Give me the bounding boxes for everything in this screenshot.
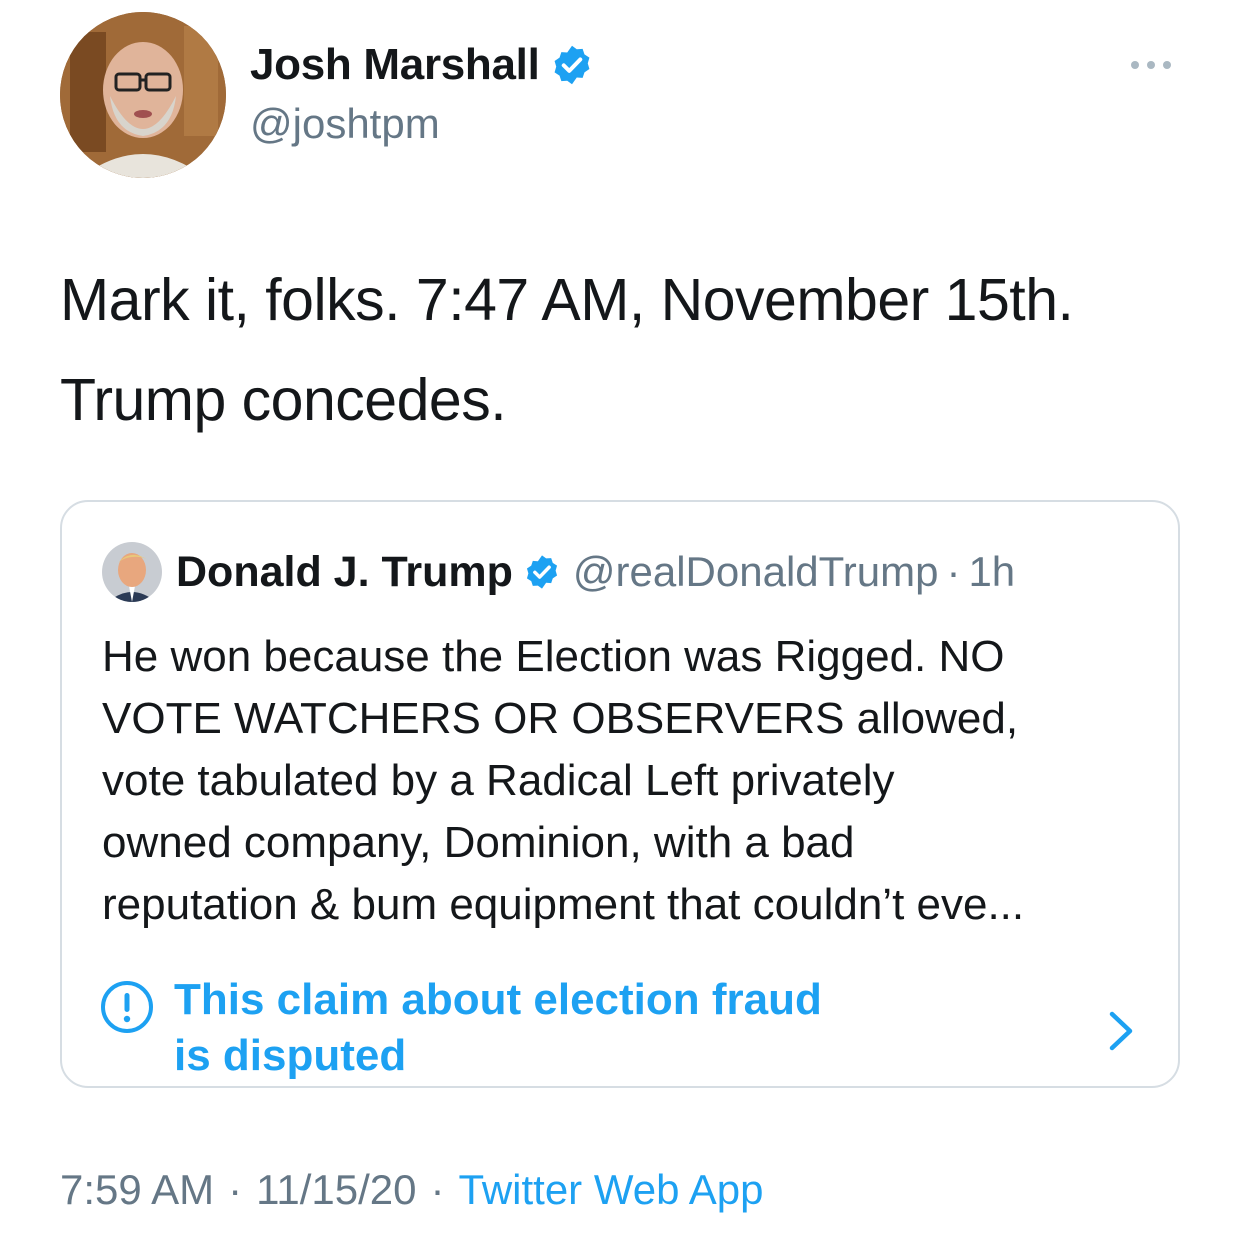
separator-dot: ·	[946, 548, 961, 595]
quoted-tweet-age[interactable]: 1h	[968, 548, 1015, 596]
disputed-claim-text[interactable]: This claim about election fraud is dispu…	[174, 972, 994, 1084]
quoted-text-line: vote tabulated by a Radical Left private…	[102, 756, 895, 805]
verified-badge-icon	[523, 553, 561, 591]
tweet-date[interactable]: 11/15/20	[256, 1166, 416, 1213]
exclamation-circle-icon	[100, 980, 154, 1034]
tweet-text: Mark it, folks. 7:47 AM, November 15th. …	[60, 250, 1210, 450]
quoted-author-avatar	[102, 542, 162, 602]
quoted-author-name[interactable]: Donald J. Trump	[176, 548, 513, 597]
quoted-text-line: reputation & bum equipment that couldn’t…	[102, 880, 1025, 929]
tweet-source-link[interactable]: Twitter Web App	[458, 1166, 763, 1213]
verified-badge-icon	[550, 43, 594, 87]
quoted-tweet-header: Donald J. Trump @realDonaldTrump · 1h	[102, 542, 1015, 602]
quoted-text-line: He won because the Election was Rigged. …	[102, 632, 1005, 681]
quoted-tweet-text: He won because the Election was Rigged. …	[102, 626, 1162, 936]
disputed-claim-line[interactable]: This claim about election fraud	[174, 972, 994, 1028]
disputed-claim-label[interactable]: This claim about election fraud is dispu…	[96, 972, 1156, 1082]
separator-dot: ·	[228, 1166, 243, 1213]
author-name[interactable]: Josh Marshall	[250, 40, 540, 90]
author-name-row[interactable]: Josh Marshall	[250, 40, 594, 90]
quoted-text-line: VOTE WATCHERS OR OBSERVERS allowed,	[102, 694, 1019, 743]
tweet-time[interactable]: 7:59 AM	[60, 1166, 214, 1213]
tweet-text-line: Mark it, folks. 7:47 AM, November 15th.	[60, 267, 1074, 333]
tweet-text-line: Trump concedes.	[60, 367, 507, 433]
quoted-tweet-card[interactable]: Donald J. Trump @realDonaldTrump · 1h He…	[60, 500, 1180, 1088]
separator-dot: ·	[430, 1166, 445, 1213]
chevron-right-icon[interactable]	[1106, 1008, 1136, 1054]
author-handle[interactable]: @joshtpm	[250, 100, 440, 148]
author-avatar[interactable]	[60, 12, 226, 178]
tweet-metadata: 7:59 AM · 11/15/20 · Twitter Web App	[60, 1166, 764, 1214]
more-options-icon[interactable]	[1126, 50, 1176, 80]
disputed-claim-line[interactable]: is disputed	[174, 1028, 994, 1084]
quoted-author-handle[interactable]: @realDonaldTrump	[573, 548, 939, 596]
quoted-text-line: owned company, Dominion, with a bad	[102, 818, 855, 867]
